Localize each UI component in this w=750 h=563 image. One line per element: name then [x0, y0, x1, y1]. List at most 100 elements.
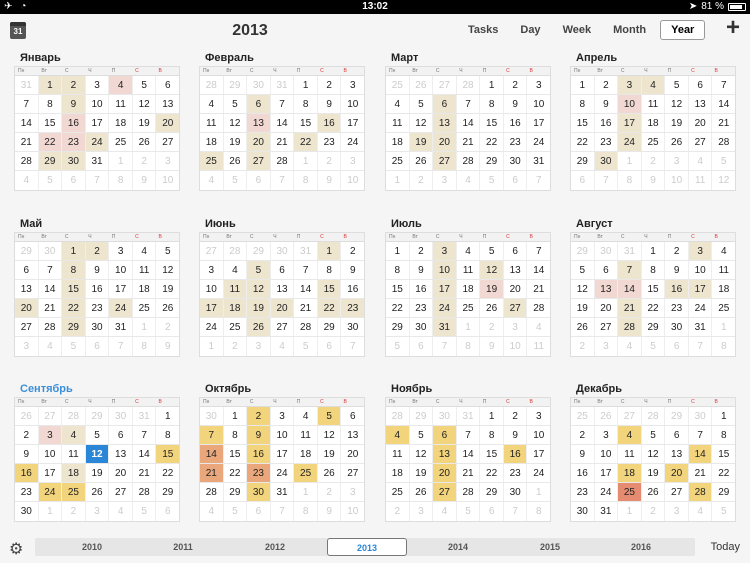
- day-cell[interactable]: 28: [386, 407, 410, 425]
- day-cell[interactable]: 22: [224, 464, 248, 482]
- day-cell[interactable]: 29: [712, 483, 735, 501]
- month-name[interactable]: Май: [14, 216, 180, 232]
- day-cell[interactable]: 23: [410, 299, 434, 317]
- month-3[interactable]: Март Пн Вт С Ч П С В 25 26 27 28 1 2 3 4 5 6 7 8 9 10 11 12 13 14…: [385, 50, 551, 191]
- day-cell[interactable]: 15: [62, 280, 86, 298]
- day-cell[interactable]: 22: [38, 133, 63, 151]
- day-cell[interactable]: 2: [642, 152, 666, 170]
- day-cell[interactable]: 6: [86, 337, 110, 356]
- day-cell[interactable]: 3: [665, 502, 689, 521]
- day-cell[interactable]: 23: [62, 133, 86, 151]
- day-cell[interactable]: 6: [480, 502, 504, 521]
- day-cell[interactable]: 27: [200, 242, 224, 260]
- day-cell[interactable]: 2: [341, 242, 364, 260]
- day-cell[interactable]: 3: [527, 407, 550, 425]
- day-cell[interactable]: 16: [410, 280, 434, 298]
- day-cell[interactable]: 15: [156, 445, 180, 463]
- day-cell[interactable]: 1: [480, 407, 504, 425]
- day-cell[interactable]: 10: [156, 171, 179, 190]
- day-cell[interactable]: 5: [86, 426, 110, 444]
- day-cell[interactable]: 25: [618, 483, 642, 501]
- day-cell[interactable]: 9: [642, 171, 666, 190]
- day-cell[interactable]: 23: [247, 464, 271, 482]
- day-cell[interactable]: 19: [247, 299, 271, 317]
- day-cell[interactable]: 11: [133, 261, 157, 279]
- day-cell[interactable]: 16: [341, 280, 364, 298]
- day-cell[interactable]: 10: [689, 261, 713, 279]
- day-cell[interactable]: 21: [712, 114, 735, 132]
- day-cell[interactable]: 28: [200, 76, 224, 94]
- day-cell[interactable]: 7: [712, 76, 735, 94]
- day-cell[interactable]: 19: [156, 280, 179, 298]
- tab-tasks[interactable]: Tasks: [460, 20, 506, 40]
- day-cell[interactable]: 4: [109, 502, 133, 521]
- day-cell[interactable]: 5: [457, 502, 481, 521]
- day-cell[interactable]: 10: [527, 95, 550, 113]
- day-cell[interactable]: 26: [224, 152, 248, 170]
- day-cell[interactable]: 10: [433, 261, 457, 279]
- day-cell[interactable]: 13: [109, 445, 133, 463]
- day-cell[interactable]: 29: [15, 242, 39, 260]
- day-cell[interactable]: 25: [224, 318, 248, 336]
- day-cell[interactable]: 16: [86, 280, 110, 298]
- day-cell[interactable]: 28: [688, 483, 713, 501]
- day-cell[interactable]: 25: [457, 299, 481, 317]
- day-cell[interactable]: 9: [318, 95, 342, 113]
- day-cell[interactable]: 4: [109, 76, 133, 94]
- day-cell[interactable]: 28: [15, 152, 39, 170]
- day-cell[interactable]: 12: [410, 445, 434, 463]
- day-cell[interactable]: 13: [594, 280, 619, 298]
- day-cell[interactable]: 5: [294, 337, 318, 356]
- day-cell[interactable]: 4: [618, 337, 642, 356]
- day-cell[interactable]: 2: [318, 76, 342, 94]
- day-cell[interactable]: 11: [62, 445, 86, 463]
- day-cell[interactable]: 6: [341, 407, 364, 425]
- day-cell[interactable]: 3: [247, 337, 271, 356]
- day-cell[interactable]: 29: [386, 318, 410, 336]
- day-cell[interactable]: 1: [200, 337, 224, 356]
- day-cell[interactable]: 12: [480, 261, 504, 279]
- day-cell[interactable]: 9: [247, 426, 271, 444]
- day-cell[interactable]: 22: [480, 133, 504, 151]
- day-cell[interactable]: 3: [341, 76, 364, 94]
- day-cell[interactable]: 27: [39, 407, 63, 425]
- day-cell[interactable]: 17: [109, 280, 133, 298]
- day-cell[interactable]: 11: [457, 261, 481, 279]
- month-name[interactable]: Сентябрь: [14, 381, 180, 397]
- day-cell[interactable]: 16: [15, 464, 39, 482]
- month-10[interactable]: Октябрь Пн Вт С Ч П С В 30 1 2 3 4 5 6 7 8 9 10 11 12 13 14 15 1…: [199, 381, 365, 522]
- day-cell[interactable]: 10: [39, 445, 63, 463]
- day-cell[interactable]: 29: [318, 318, 342, 336]
- day-cell[interactable]: 27: [109, 483, 133, 501]
- day-cell[interactable]: 17: [200, 299, 224, 317]
- day-cell[interactable]: 15: [712, 445, 735, 463]
- day-cell[interactable]: 9: [15, 445, 39, 463]
- day-cell[interactable]: 4: [457, 242, 481, 260]
- day-cell[interactable]: 9: [571, 445, 595, 463]
- day-cell[interactable]: 9: [410, 261, 434, 279]
- day-cell[interactable]: 20: [595, 299, 619, 317]
- day-cell[interactable]: 7: [109, 337, 133, 356]
- day-cell[interactable]: 5: [712, 502, 735, 521]
- day-cell[interactable]: 28: [271, 152, 295, 170]
- day-cell[interactable]: 17: [39, 464, 63, 482]
- year-2015[interactable]: 2015: [510, 538, 590, 556]
- day-cell[interactable]: 23: [595, 133, 619, 151]
- day-cell[interactable]: 25: [62, 483, 86, 501]
- day-cell[interactable]: 4: [689, 152, 713, 170]
- day-cell[interactable]: 5: [480, 242, 504, 260]
- day-cell[interactable]: 18: [294, 445, 318, 463]
- day-cell[interactable]: 12: [85, 445, 110, 463]
- day-cell[interactable]: 12: [224, 114, 248, 132]
- day-cell[interactable]: 17: [527, 114, 550, 132]
- day-cell[interactable]: 24: [527, 133, 550, 151]
- day-cell[interactable]: 5: [224, 171, 248, 190]
- day-cell[interactable]: 9: [665, 261, 689, 279]
- day-cell[interactable]: 10: [200, 280, 224, 298]
- day-cell[interactable]: 26: [480, 299, 504, 317]
- day-cell[interactable]: 21: [618, 299, 642, 317]
- day-cell[interactable]: 20: [247, 133, 271, 151]
- day-cell[interactable]: 27: [247, 152, 271, 170]
- day-cell[interactable]: 21: [457, 464, 481, 482]
- day-cell[interactable]: 22: [712, 464, 735, 482]
